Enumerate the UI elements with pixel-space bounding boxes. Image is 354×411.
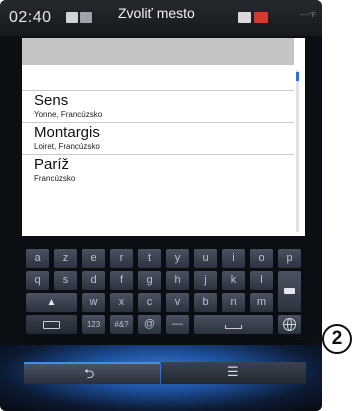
city-list-panel: Sens Yonne, Francúzsko Montargis Loiret,…: [22, 38, 305, 236]
callout-line: [295, 338, 325, 340]
key-letter[interactable]: v: [166, 293, 189, 312]
key-letter[interactable]: o: [250, 249, 273, 268]
battery-icon: [254, 12, 268, 23]
key-letter[interactable]: f: [110, 271, 133, 290]
city-name: Paríž: [34, 156, 70, 173]
keyboard-hide-key[interactable]: [26, 315, 77, 334]
key-letter[interactable]: u: [194, 249, 217, 268]
city-name: Montargis: [34, 124, 100, 141]
space-icon: [225, 325, 242, 329]
city-region: Francúzsko: [34, 174, 76, 183]
key-letter[interactable]: y: [166, 249, 189, 268]
key-letter[interactable]: x: [110, 293, 133, 312]
key-letter[interactable]: m: [250, 293, 273, 312]
menu-button[interactable]: ☰: [161, 362, 306, 384]
backspace-key[interactable]: [278, 271, 301, 312]
key-letter[interactable]: e: [82, 249, 105, 268]
back-button[interactable]: ⮌: [24, 362, 160, 384]
key-letter[interactable]: c: [138, 293, 161, 312]
clock: 02:40: [9, 9, 52, 26]
key-letter[interactable]: n: [222, 293, 245, 312]
list-scrollbar[interactable]: [296, 70, 299, 232]
temperature-readout: ----°F: [299, 12, 316, 19]
menu-list-icon: ☰: [227, 365, 239, 380]
at-key[interactable]: @: [138, 315, 161, 334]
key-letter[interactable]: w: [82, 293, 105, 312]
phone-icon: [66, 12, 78, 23]
key-letter[interactable]: j: [194, 271, 217, 290]
city-name: Sens: [34, 92, 69, 109]
list-item-city[interactable]: Paríž Francúzsko: [22, 154, 294, 186]
key-letter[interactable]: z: [54, 249, 77, 268]
back-arrow-icon: ⮌: [84, 367, 95, 382]
city-region: Loiret, Francúzsko: [34, 142, 100, 151]
dash-key[interactable]: —: [166, 315, 189, 334]
key-letter[interactable]: t: [138, 249, 161, 268]
callout-number: 2: [322, 324, 352, 354]
key-letter[interactable]: p: [278, 249, 301, 268]
media-icon: [238, 12, 251, 23]
search-input[interactable]: [22, 38, 294, 65]
shift-key[interactable]: ▲: [26, 293, 77, 312]
list-item-city[interactable]: Sens Yonne, Francúzsko: [22, 90, 294, 122]
key-letter[interactable]: q: [26, 271, 49, 290]
symbols-key[interactable]: #&?: [110, 315, 133, 334]
key-letter[interactable]: l: [250, 271, 273, 290]
navigation-screen: 02:40 Zvoliť mesto ----°F Sens Yonne, Fr…: [0, 0, 322, 411]
backspace-icon: [284, 288, 295, 294]
scrollbar-thumb[interactable]: [296, 72, 299, 81]
signal-icon: [80, 12, 92, 23]
keyboard-icon: [43, 321, 60, 329]
key-letter[interactable]: s: [54, 271, 77, 290]
city-region: Yonne, Francúzsko: [34, 110, 103, 119]
key-letter[interactable]: a: [26, 249, 49, 268]
key-letter[interactable]: k: [222, 271, 245, 290]
city-list: Sens Yonne, Francúzsko Montargis Loiret,…: [22, 90, 294, 186]
space-key[interactable]: [194, 315, 273, 334]
key-letter[interactable]: r: [110, 249, 133, 268]
status-bar: 02:40 Zvoliť mesto ----°F: [0, 0, 322, 36]
key-letter[interactable]: d: [82, 271, 105, 290]
numbers-key[interactable]: 123: [82, 315, 105, 334]
key-letter[interactable]: g: [138, 271, 161, 290]
page-title: Zvoliť mesto: [118, 5, 195, 21]
list-item-city[interactable]: Montargis Loiret, Francúzsko: [22, 122, 294, 154]
globe-equator: [283, 324, 296, 325]
key-letter[interactable]: b: [194, 293, 217, 312]
key-letter[interactable]: h: [166, 271, 189, 290]
key-letter[interactable]: i: [222, 249, 245, 268]
shift-arrow-icon: ▲: [46, 297, 57, 308]
language-key[interactable]: [278, 315, 301, 334]
